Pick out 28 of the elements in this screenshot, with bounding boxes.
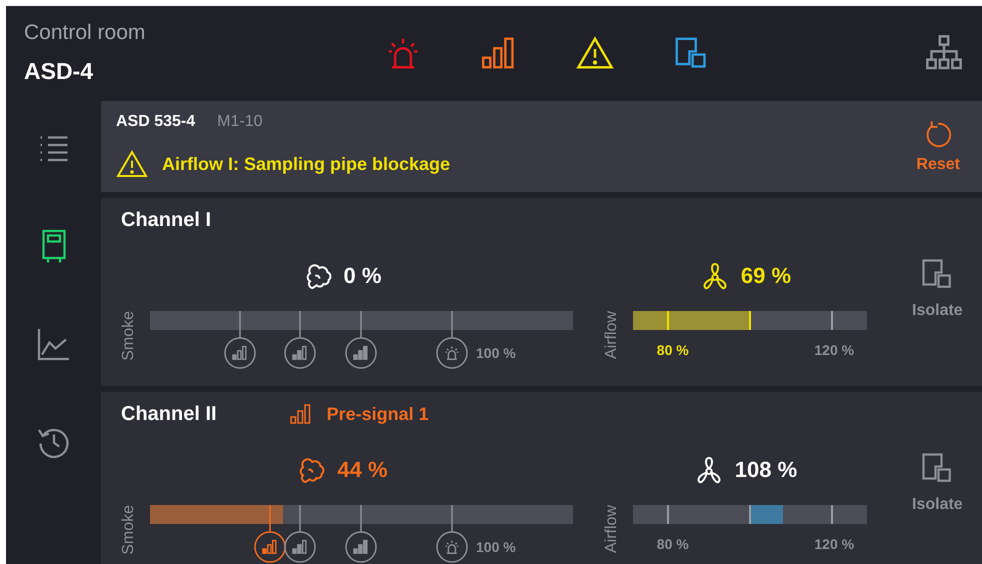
threshold-label: 100 % [476, 345, 516, 361]
warning-icon [116, 148, 148, 180]
isolate-button[interactable]: Isolate [906, 256, 969, 320]
smoke-reading: 0 % [344, 263, 382, 289]
axis-label: Smoke [119, 311, 138, 361]
axis-label: Airflow [602, 505, 621, 554]
smoke-reading: 44 % [337, 457, 388, 483]
airflow-reading: 69 % [740, 263, 792, 289]
device-model: ASD 535-4 [116, 113, 196, 131]
app-title: Control room [24, 21, 146, 45]
scale-label: 120 % [814, 536, 854, 552]
isolate-button[interactable]: Isolate [906, 450, 969, 514]
axis-label: Airflow [602, 311, 621, 360]
reset-button[interactable]: Reset [908, 116, 968, 178]
airflow-reading: 108 % [734, 457, 798, 483]
axis-label: Smoke [119, 505, 138, 555]
signal-bars-icon [288, 402, 313, 426]
scale-label: 80 % [656, 342, 689, 358]
device-address: M1-10 [217, 113, 263, 131]
alarm-message: Airflow I: Sampling pipe blockage [162, 154, 450, 174]
scale-label: 120 % [814, 342, 854, 358]
threshold-label: 100 % [476, 539, 516, 555]
chart-icon[interactable] [36, 326, 72, 362]
device-name: ASD-4 [24, 58, 94, 85]
channel-title: Channel II [121, 402, 217, 426]
channel-status: Pre-signal 1 [326, 404, 429, 424]
scale-label: 80 % [656, 536, 689, 552]
channel-title: Channel I [121, 208, 212, 232]
